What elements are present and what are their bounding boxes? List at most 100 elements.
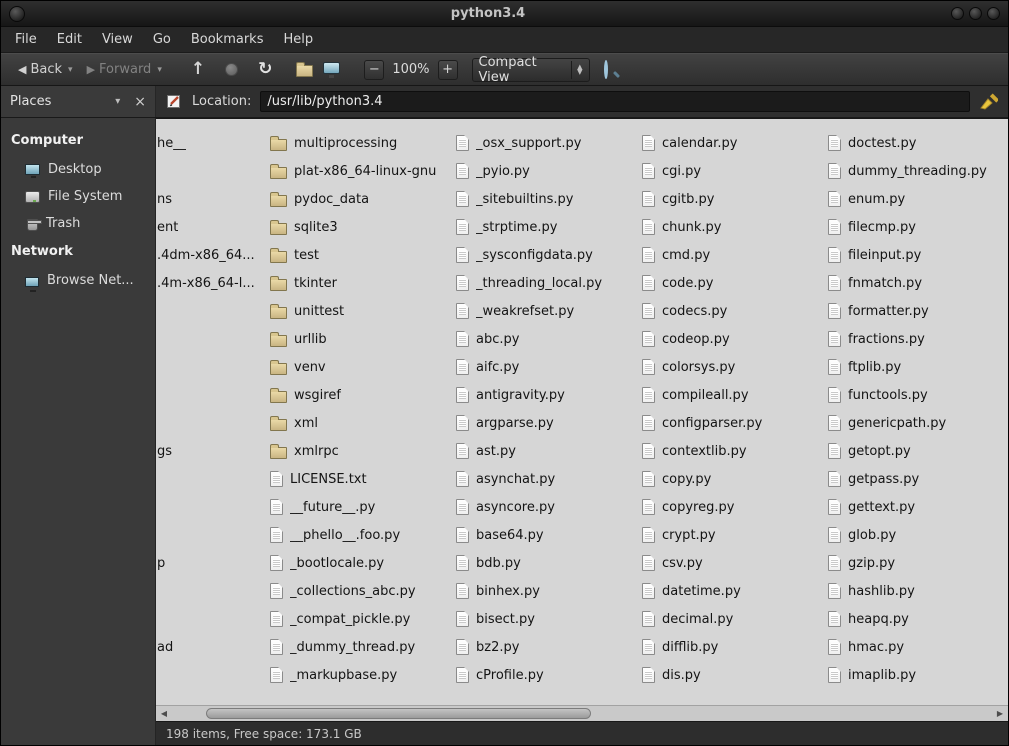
file-item[interactable]: crypt.py [638,521,824,549]
scrollbar-thumb[interactable] [206,708,591,719]
file-item[interactable]: doctest.py [824,129,1008,157]
file-item[interactable]: argparse.py [452,409,638,437]
file-item[interactable]: _dummy_thread.py [266,633,452,661]
file-item[interactable]: __phello__.foo.py [266,521,452,549]
file-item[interactable]: asyncore.py [452,493,638,521]
file-item[interactable]: _threading_local.py [452,269,638,297]
file-item[interactable]: __future__.py [266,493,452,521]
file-item[interactable]: dummy_threading.py [824,157,1008,185]
minimize-button[interactable] [951,7,964,20]
file-item[interactable]: fileinput.py [824,241,1008,269]
view-mode-spinner-icon[interactable]: ▲ ▼ [571,61,582,79]
places-close-icon[interactable]: × [134,94,146,110]
file-item[interactable]: calendar.py [638,129,824,157]
refresh-button[interactable]: ↻ [258,61,272,78]
file-item[interactable]: difflib.py [638,633,824,661]
file-item[interactable]: imaplib.py [824,661,1008,689]
folder-item[interactable]: test [266,241,452,269]
file-item[interactable]: abc.py [452,325,638,353]
menu-item-bookmarks[interactable]: Bookmarks [181,28,274,51]
menu-item-edit[interactable]: Edit [47,28,92,51]
file-item[interactable]: codeop.py [638,325,824,353]
folder-item[interactable]: tkinter [266,269,452,297]
file-item[interactable]: dis.py [638,661,824,689]
spin-down-icon[interactable]: ▼ [577,70,582,75]
file-item[interactable]: ns [156,185,266,213]
zoom-in-button[interactable]: + [438,60,458,80]
stop-button[interactable] [225,63,238,76]
file-item[interactable]: _compat_pickle.py [266,605,452,633]
back-dropdown-icon[interactable]: ▾ [68,65,73,75]
file-item[interactable]: colorsys.py [638,353,824,381]
file-item[interactable]: bdb.py [452,549,638,577]
sidebar-item-trash[interactable]: Trash [1,210,155,237]
file-item[interactable]: contextlib.py [638,437,824,465]
file-item[interactable]: .4m-x86_64-l... [156,269,266,297]
clean-brush-icon[interactable] [979,93,998,110]
file-item[interactable]: LICENSE.txt [266,465,452,493]
file-item[interactable]: getopt.py [824,437,1008,465]
up-button[interactable]: ↑ [191,61,205,78]
file-item[interactable]: .4dm-x86_64... [156,241,266,269]
file-item[interactable]: decimal.py [638,605,824,633]
location-input[interactable] [260,91,970,112]
file-item[interactable]: ast.py [452,437,638,465]
file-item[interactable]: _osx_support.py [452,129,638,157]
zoom-out-button[interactable]: − [364,60,384,80]
edit-location-icon[interactable] [166,93,183,110]
menu-item-view[interactable]: View [92,28,143,51]
file-item[interactable]: base64.py [452,521,638,549]
scroll-right-icon[interactable]: ▶ [992,709,1008,718]
file-item[interactable]: _strptime.py [452,213,638,241]
sidebar-item-desktop[interactable]: Desktop [1,156,155,183]
file-item[interactable]: fractions.py [824,325,1008,353]
forward-button[interactable]: ▶ Forward ▾ [80,59,169,80]
maximize-button[interactable] [969,7,982,20]
places-dropdown-icon[interactable]: ▾ [115,96,120,107]
folder-item[interactable]: urllib [266,325,452,353]
file-item[interactable]: gettext.py [824,493,1008,521]
horizontal-scrollbar[interactable]: ◀ ▶ [156,705,1008,721]
menu-item-file[interactable]: File [5,28,47,51]
file-item[interactable]: cgi.py [638,157,824,185]
back-button[interactable]: ◀ Back ▾ [11,59,80,80]
folder-item[interactable]: unittest [266,297,452,325]
file-item[interactable]: hmac.py [824,633,1008,661]
file-item[interactable]: _collections_abc.py [266,577,452,605]
sidebar-item-browse-net[interactable]: Browse Net... [1,267,155,294]
file-item[interactable]: bz2.py [452,633,638,661]
desktop-icon[interactable] [323,62,340,74]
file-item[interactable]: _bootlocale.py [266,549,452,577]
file-item[interactable]: antigravity.py [452,381,638,409]
folder-item[interactable]: xml [266,409,452,437]
file-item[interactable]: hashlib.py [824,577,1008,605]
new-folder-icon[interactable] [296,65,313,77]
file-item[interactable]: cProfile.py [452,661,638,689]
close-button[interactable] [987,7,1000,20]
window-menu-button[interactable] [9,6,25,22]
folder-item[interactable]: venv [266,353,452,381]
search-icon[interactable] [604,62,619,77]
file-item[interactable]: he__ [156,129,266,157]
file-item[interactable]: chunk.py [638,213,824,241]
folder-item[interactable]: multiprocessing [266,129,452,157]
file-item[interactable]: binhex.py [452,577,638,605]
file-item[interactable]: ftplib.py [824,353,1008,381]
scroll-left-icon[interactable]: ◀ [156,709,172,718]
file-item[interactable]: asynchat.py [452,465,638,493]
file-item[interactable]: formatter.py [824,297,1008,325]
file-item[interactable]: copy.py [638,465,824,493]
file-item[interactable]: bisect.py [452,605,638,633]
file-item[interactable]: fnmatch.py [824,269,1008,297]
file-item[interactable]: datetime.py [638,577,824,605]
menu-item-go[interactable]: Go [143,28,181,51]
folder-item[interactable]: sqlite3 [266,213,452,241]
file-item[interactable]: codecs.py [638,297,824,325]
file-item[interactable]: functools.py [824,381,1008,409]
file-item[interactable]: _markupbase.py [266,661,452,689]
file-item[interactable]: p [156,549,266,577]
file-item[interactable]: filecmp.py [824,213,1008,241]
file-item[interactable]: cgitb.py [638,185,824,213]
file-item[interactable]: compileall.py [638,381,824,409]
file-item[interactable]: _pyio.py [452,157,638,185]
